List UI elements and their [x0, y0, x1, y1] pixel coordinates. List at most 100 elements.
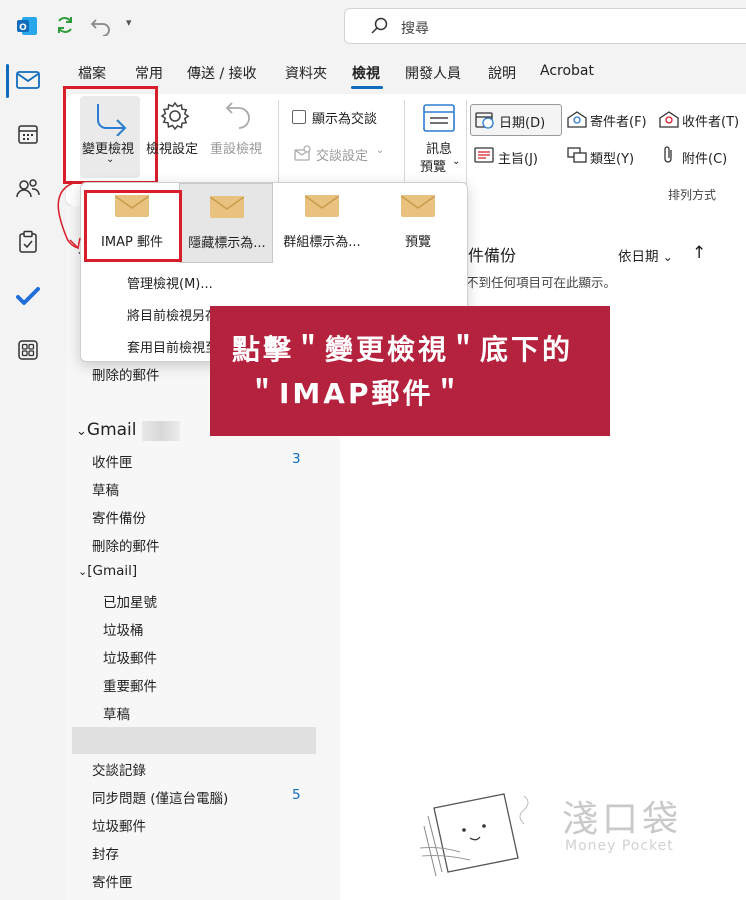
folder-item[interactable]: 垃圾桶 — [103, 619, 144, 639]
apps-icon[interactable] — [14, 336, 42, 364]
chevron-down-icon: ⌄ — [78, 565, 88, 578]
reset-view-icon — [224, 100, 254, 136]
tab-file[interactable]: 檔案 — [78, 63, 106, 83]
conversation-settings-button: 交談設定 ⌄ — [292, 144, 402, 164]
folder-unread-count: 5 — [292, 787, 301, 803]
show-as-conversations-checkbox[interactable]: 顯示為交談 — [292, 108, 402, 128]
subject-icon — [474, 146, 494, 168]
envelope-icon — [210, 196, 244, 218]
message-preview-label-1: 訊息 — [426, 142, 453, 157]
tab-view[interactable]: 檢視 — [352, 63, 380, 83]
folder-deleted-top[interactable]: 刪除的郵件 — [92, 364, 160, 384]
chevron-down-icon: ⌄ — [376, 145, 385, 156]
account-name: Gmail — [86, 420, 137, 440]
folder-item[interactable]: 收件匣 — [92, 451, 133, 471]
folder-item[interactable]: 已加星號 — [103, 591, 157, 611]
arrange-from-label: 寄件者(F) — [590, 115, 647, 130]
rail-active-indicator — [6, 64, 9, 98]
arrange-type-button[interactable]: 類型(Y) — [566, 142, 656, 170]
mail-icon[interactable] — [14, 66, 42, 94]
folder-item[interactable]: 重要郵件 — [103, 675, 157, 695]
tab-developer[interactable]: 開發人員 — [405, 63, 461, 83]
folder-unread-count: 3 — [292, 451, 301, 467]
paperclip-icon — [660, 145, 676, 169]
folder-item[interactable]: 寄件備份 — [92, 507, 146, 527]
tasks-icon[interactable] — [14, 228, 42, 256]
manage-views-item[interactable]: 管理檢視(M)... — [127, 273, 213, 292]
view-option-label: 預覽 — [404, 235, 431, 250]
mascot-illustration — [420, 793, 529, 877]
folder-item[interactable]: 同步問題 (僅這台電腦) — [92, 787, 228, 807]
view-option-label: 群組標示為... — [283, 235, 361, 250]
folder-item[interactable]: 垃圾郵件 — [92, 815, 146, 835]
arrange-subject-button[interactable]: 主旨(J) — [470, 142, 562, 170]
view-option-group-marked[interactable]: 群組標示為... — [275, 183, 369, 263]
customize-toolbar-icon[interactable]: ▾ — [126, 16, 132, 29]
people-icon[interactable] — [14, 174, 42, 202]
sort-by-button[interactable]: 依日期 ⌄ — [618, 245, 673, 265]
folder-gmail-group[interactable]: ⌄[Gmail] — [78, 563, 137, 579]
undo-icon[interactable] — [90, 14, 112, 37]
arrange-to-button[interactable]: 收件者(T) — [658, 104, 746, 136]
chevron-down-icon: ⌄ — [452, 156, 461, 167]
arrange-attachments-button[interactable]: 附件(C) — [658, 142, 746, 170]
message-preview-button[interactable]: 訊息 預覽 ⌄ — [416, 100, 464, 175]
sort-by-label: 依日期 — [618, 249, 659, 265]
banner-line-2: ＂IMAP郵件＂ — [248, 377, 465, 410]
view-settings-button[interactable]: 檢視設定 — [144, 96, 206, 166]
tab-help[interactable]: 說明 — [488, 63, 516, 83]
message-preview-icon — [422, 102, 456, 138]
folder-item[interactable]: 寄件匣 — [92, 871, 133, 891]
conversation-settings-label: 交談設定 — [316, 149, 369, 164]
arrange-attachments-label: 附件(C) — [682, 152, 728, 167]
arrange-date-button[interactable]: 日期(D) — [470, 104, 562, 136]
sender-icon — [566, 110, 588, 132]
banner-line-1: 點擊＂變更檢視＂底下的 — [232, 333, 574, 366]
arrange-subject-label: 主旨(J) — [498, 152, 538, 167]
folder-item[interactable]: 封存 — [92, 843, 119, 863]
reset-view-label: 重設檢視 — [210, 142, 263, 157]
instruction-banner: 點擊＂變更檢視＂底下的 ＂IMAP郵件＂ — [210, 306, 610, 436]
sync-icon[interactable] — [54, 14, 76, 36]
arrange-from-button[interactable]: 寄件者(F) — [566, 104, 656, 136]
annotation-arrow — [57, 181, 81, 250]
view-option-label: 隱藏標示為... — [188, 236, 266, 251]
arrange-to-label: 收件者(T) — [682, 115, 740, 130]
todo-check-icon[interactable] — [14, 282, 42, 310]
search-box[interactable]: 搜尋 — [344, 8, 746, 44]
account-gmail[interactable]: ⌄Gmail — [76, 420, 137, 440]
view-option-preview[interactable]: 預覽 — [371, 183, 465, 263]
chevron-down-icon: ⌄ — [662, 250, 673, 264]
envelope-icon — [401, 195, 435, 217]
folder-item[interactable]: 刪除的郵件 — [92, 535, 160, 555]
tab-acrobat[interactable]: Acrobat — [540, 63, 594, 79]
selected-folder-highlight — [72, 727, 316, 754]
sort-direction-arrow-icon[interactable]: ↑ — [692, 243, 706, 263]
arrange-date-label: 日期(D) — [499, 116, 546, 131]
folder-gmail-group-label: [Gmail] — [87, 563, 138, 579]
empty-message: 不到任何項目可在此顯示。 — [466, 275, 617, 290]
folder-item[interactable]: 草稿 — [103, 703, 130, 723]
svg-text:O: O — [19, 23, 27, 33]
type-icon — [566, 146, 588, 168]
arrangement-group-label: 排列方式 — [668, 188, 717, 202]
folder-item[interactable]: 交談記錄 — [92, 759, 146, 779]
view-option-hide-marked[interactable]: 隱藏標示為... — [179, 183, 273, 263]
tab-view-underline — [351, 86, 383, 89]
calendar-clock-icon — [475, 111, 495, 133]
tab-folder[interactable]: 資料夾 — [285, 63, 327, 83]
calendar-icon[interactable] — [14, 120, 42, 148]
arrange-type-label: 類型(Y) — [590, 152, 635, 167]
search-icon — [371, 17, 389, 39]
tab-home[interactable]: 常用 — [135, 63, 163, 83]
folder-item[interactable]: 草稿 — [92, 479, 119, 499]
folder-item[interactable]: 垃圾郵件 — [103, 647, 157, 667]
reset-view-button: 重設檢視 — [208, 96, 270, 166]
recipient-icon — [658, 110, 680, 132]
tab-send-receive[interactable]: 傳送 / 接收 — [187, 63, 257, 83]
envelope-icon — [305, 195, 339, 217]
watermark-subtitle: Money Pocket — [565, 838, 674, 854]
chevron-down-icon: ⌄ — [76, 424, 87, 439]
gear-icon — [159, 100, 191, 136]
checkbox — [292, 110, 306, 124]
